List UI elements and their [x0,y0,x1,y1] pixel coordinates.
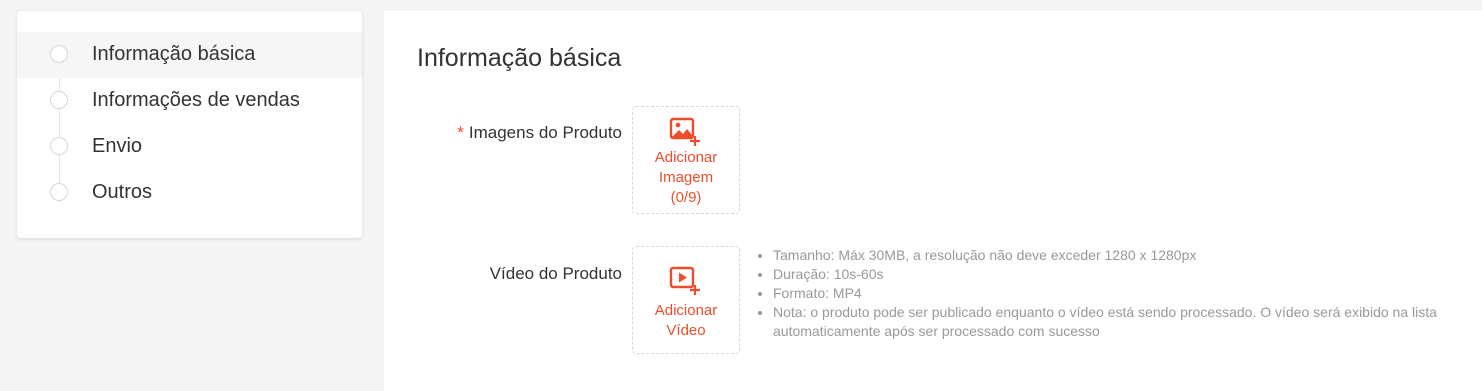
video-hint-note: Nota: o produto pode ser publicado enqua… [773,303,1453,341]
step-circle-icon [50,137,68,155]
add-video-line2: Vídeo [666,322,706,339]
video-requirements-list: Tamanho: Máx 30MB, a resolução não deve … [756,246,1453,341]
step-item-outros[interactable]: Outros [17,170,362,216]
step-list: Informação básica Informações de vendas … [17,32,362,216]
add-image-line1: Adicionar [654,149,718,166]
product-images-label: * Imagens do Produto [457,123,622,143]
add-image-button[interactable]: Adicionar Imagem (0/9) [632,106,740,214]
video-hint-duration: Duração: 10s-60s [773,265,1453,284]
basic-info-panel: Informação básica * Imagens do Produto Ad… [384,11,1482,391]
product-video-label: Vídeo do Produto [489,264,622,283]
image-add-icon [669,117,700,146]
step-item-informacao-basica[interactable]: Informação básica [17,32,362,78]
step-label: Informação básica [92,43,256,65]
image-count: (0/9) [670,189,702,206]
step-label: Outros [92,181,153,203]
product-images-label-text: Imagens do Produto [468,123,622,142]
step-label: Informações de vendas [92,89,300,111]
add-image-line2: Imagem [658,169,714,186]
step-circle-icon [50,45,68,63]
add-video-button[interactable]: Adicionar Vídeo [632,246,740,354]
step-item-envio[interactable]: Envio [17,124,362,170]
video-hint-size: Tamanho: Máx 30MB, a resolução não deve … [773,246,1453,265]
video-add-icon [669,266,700,295]
step-circle-icon [50,183,68,201]
step-item-informacoes-de-vendas[interactable]: Informações de vendas [17,78,362,124]
step-navigation: Informação básica Informações de vendas … [17,11,362,238]
step-label: Envio [92,135,143,157]
step-circle-icon [50,91,68,109]
required-mark: * [457,123,464,142]
section-title: Informação básica [417,44,622,72]
add-video-line1: Adicionar [654,302,718,319]
video-hint-format: Formato: MP4 [773,284,1453,303]
